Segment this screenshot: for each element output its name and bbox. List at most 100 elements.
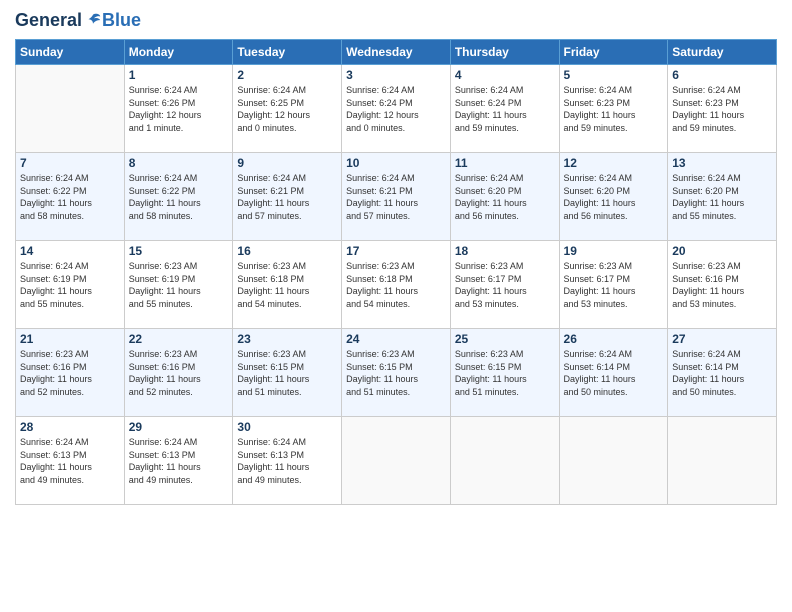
calendar-cell: 16 Sunrise: 6:23 AMSunset: 6:18 PMDayligh… <box>233 241 342 329</box>
cell-info: Sunrise: 6:23 AMSunset: 6:16 PMDaylight:… <box>129 348 229 398</box>
cell-info: Sunrise: 6:24 AMSunset: 6:21 PMDaylight:… <box>237 172 337 222</box>
day-number: 10 <box>346 156 446 170</box>
calendar-table: SundayMondayTuesdayWednesdayThursdayFrid… <box>15 39 777 505</box>
calendar-cell: 26 Sunrise: 6:24 AMSunset: 6:14 PMDayligh… <box>559 329 668 417</box>
cell-info: Sunrise: 6:24 AMSunset: 6:19 PMDaylight:… <box>20 260 120 310</box>
calendar-cell: 13 Sunrise: 6:24 AMSunset: 6:20 PMDayligh… <box>668 153 777 241</box>
cell-info: Sunrise: 6:23 AMSunset: 6:15 PMDaylight:… <box>455 348 555 398</box>
calendar-cell: 9 Sunrise: 6:24 AMSunset: 6:21 PMDaylight… <box>233 153 342 241</box>
day-number: 3 <box>346 68 446 82</box>
weekday-header-tuesday: Tuesday <box>233 40 342 65</box>
calendar-cell: 10 Sunrise: 6:24 AMSunset: 6:21 PMDayligh… <box>342 153 451 241</box>
cell-info: Sunrise: 6:24 AMSunset: 6:22 PMDaylight:… <box>129 172 229 222</box>
calendar-cell: 28 Sunrise: 6:24 AMSunset: 6:13 PMDayligh… <box>16 417 125 505</box>
logo-blue-text: Blue <box>102 10 141 31</box>
cell-info: Sunrise: 6:24 AMSunset: 6:13 PMDaylight:… <box>20 436 120 486</box>
day-number: 26 <box>564 332 664 346</box>
calendar-week-row: 28 Sunrise: 6:24 AMSunset: 6:13 PMDayligh… <box>16 417 777 505</box>
day-number: 12 <box>564 156 664 170</box>
day-number: 7 <box>20 156 120 170</box>
day-number: 18 <box>455 244 555 258</box>
calendar-week-row: 21 Sunrise: 6:23 AMSunset: 6:16 PMDayligh… <box>16 329 777 417</box>
calendar-cell: 21 Sunrise: 6:23 AMSunset: 6:16 PMDayligh… <box>16 329 125 417</box>
day-number: 13 <box>672 156 772 170</box>
cell-info: Sunrise: 6:24 AMSunset: 6:13 PMDaylight:… <box>237 436 337 486</box>
cell-info: Sunrise: 6:24 AMSunset: 6:22 PMDaylight:… <box>20 172 120 222</box>
cell-info: Sunrise: 6:24 AMSunset: 6:14 PMDaylight:… <box>564 348 664 398</box>
cell-info: Sunrise: 6:24 AMSunset: 6:14 PMDaylight:… <box>672 348 772 398</box>
calendar-cell: 2 Sunrise: 6:24 AMSunset: 6:25 PMDaylight… <box>233 65 342 153</box>
calendar-week-row: 1 Sunrise: 6:24 AMSunset: 6:26 PMDaylight… <box>16 65 777 153</box>
calendar-cell: 8 Sunrise: 6:24 AMSunset: 6:22 PMDaylight… <box>124 153 233 241</box>
weekday-header-friday: Friday <box>559 40 668 65</box>
cell-info: Sunrise: 6:23 AMSunset: 6:17 PMDaylight:… <box>455 260 555 310</box>
day-number: 27 <box>672 332 772 346</box>
calendar-cell: 30 Sunrise: 6:24 AMSunset: 6:13 PMDayligh… <box>233 417 342 505</box>
day-number: 9 <box>237 156 337 170</box>
weekday-header-row: SundayMondayTuesdayWednesdayThursdayFrid… <box>16 40 777 65</box>
day-number: 14 <box>20 244 120 258</box>
cell-info: Sunrise: 6:23 AMSunset: 6:15 PMDaylight:… <box>346 348 446 398</box>
calendar-cell: 17 Sunrise: 6:23 AMSunset: 6:18 PMDayligh… <box>342 241 451 329</box>
calendar-cell: 18 Sunrise: 6:23 AMSunset: 6:17 PMDayligh… <box>450 241 559 329</box>
page-header: General Blue <box>15 10 777 31</box>
day-number: 28 <box>20 420 120 434</box>
calendar-week-row: 14 Sunrise: 6:24 AMSunset: 6:19 PMDayligh… <box>16 241 777 329</box>
cell-info: Sunrise: 6:23 AMSunset: 6:18 PMDaylight:… <box>346 260 446 310</box>
day-number: 25 <box>455 332 555 346</box>
day-number: 21 <box>20 332 120 346</box>
day-number: 4 <box>455 68 555 82</box>
cell-info: Sunrise: 6:23 AMSunset: 6:15 PMDaylight:… <box>237 348 337 398</box>
calendar-cell <box>559 417 668 505</box>
day-number: 19 <box>564 244 664 258</box>
day-number: 17 <box>346 244 446 258</box>
weekday-header-sunday: Sunday <box>16 40 125 65</box>
calendar-cell: 11 Sunrise: 6:24 AMSunset: 6:20 PMDayligh… <box>450 153 559 241</box>
day-number: 29 <box>129 420 229 434</box>
logo-general-text: General <box>15 10 82 31</box>
calendar-cell: 1 Sunrise: 6:24 AMSunset: 6:26 PMDaylight… <box>124 65 233 153</box>
cell-info: Sunrise: 6:24 AMSunset: 6:21 PMDaylight:… <box>346 172 446 222</box>
cell-info: Sunrise: 6:24 AMSunset: 6:23 PMDaylight:… <box>672 84 772 134</box>
calendar-cell: 19 Sunrise: 6:23 AMSunset: 6:17 PMDayligh… <box>559 241 668 329</box>
cell-info: Sunrise: 6:24 AMSunset: 6:26 PMDaylight:… <box>129 84 229 134</box>
calendar-cell: 23 Sunrise: 6:23 AMSunset: 6:15 PMDayligh… <box>233 329 342 417</box>
cell-info: Sunrise: 6:23 AMSunset: 6:17 PMDaylight:… <box>564 260 664 310</box>
day-number: 23 <box>237 332 337 346</box>
calendar-cell: 29 Sunrise: 6:24 AMSunset: 6:13 PMDayligh… <box>124 417 233 505</box>
day-number: 1 <box>129 68 229 82</box>
day-number: 30 <box>237 420 337 434</box>
cell-info: Sunrise: 6:23 AMSunset: 6:19 PMDaylight:… <box>129 260 229 310</box>
cell-info: Sunrise: 6:24 AMSunset: 6:24 PMDaylight:… <box>346 84 446 134</box>
cell-info: Sunrise: 6:24 AMSunset: 6:13 PMDaylight:… <box>129 436 229 486</box>
cell-info: Sunrise: 6:24 AMSunset: 6:20 PMDaylight:… <box>564 172 664 222</box>
calendar-cell: 12 Sunrise: 6:24 AMSunset: 6:20 PMDayligh… <box>559 153 668 241</box>
day-number: 24 <box>346 332 446 346</box>
cell-info: Sunrise: 6:24 AMSunset: 6:20 PMDaylight:… <box>672 172 772 222</box>
calendar-cell: 15Sunrise: 6:23 AMSunset: 6:19 PMDayligh… <box>124 241 233 329</box>
calendar-cell: 22Sunrise: 6:23 AMSunset: 6:16 PMDayligh… <box>124 329 233 417</box>
cell-info: Sunrise: 6:23 AMSunset: 6:16 PMDaylight:… <box>20 348 120 398</box>
cell-info: Sunrise: 6:24 AMSunset: 6:24 PMDaylight:… <box>455 84 555 134</box>
calendar-cell: 3 Sunrise: 6:24 AMSunset: 6:24 PMDaylight… <box>342 65 451 153</box>
cell-info: Sunrise: 6:23 AMSunset: 6:18 PMDaylight:… <box>237 260 337 310</box>
day-number: 16 <box>237 244 337 258</box>
day-number: 20 <box>672 244 772 258</box>
cell-info: Sunrise: 6:24 AMSunset: 6:25 PMDaylight:… <box>237 84 337 134</box>
day-number: 11 <box>455 156 555 170</box>
logo: General Blue <box>15 10 141 31</box>
day-number: 2 <box>237 68 337 82</box>
calendar-cell <box>668 417 777 505</box>
calendar-cell <box>450 417 559 505</box>
calendar-cell: 20Sunrise: 6:23 AMSunset: 6:16 PMDayligh… <box>668 241 777 329</box>
weekday-header-saturday: Saturday <box>668 40 777 65</box>
cell-info: Sunrise: 6:24 AMSunset: 6:20 PMDaylight:… <box>455 172 555 222</box>
calendar-cell: 24 Sunrise: 6:23 AMSunset: 6:15 PMDayligh… <box>342 329 451 417</box>
calendar-cell: 25 Sunrise: 6:23 AMSunset: 6:15 PMDayligh… <box>450 329 559 417</box>
calendar-cell: 6Sunrise: 6:24 AMSunset: 6:23 PMDaylight… <box>668 65 777 153</box>
cell-info: Sunrise: 6:24 AMSunset: 6:23 PMDaylight:… <box>564 84 664 134</box>
day-number: 8 <box>129 156 229 170</box>
calendar-cell: 14 Sunrise: 6:24 AMSunset: 6:19 PMDayligh… <box>16 241 125 329</box>
weekday-header-thursday: Thursday <box>450 40 559 65</box>
calendar-cell: 27 Sunrise: 6:24 AMSunset: 6:14 PMDayligh… <box>668 329 777 417</box>
